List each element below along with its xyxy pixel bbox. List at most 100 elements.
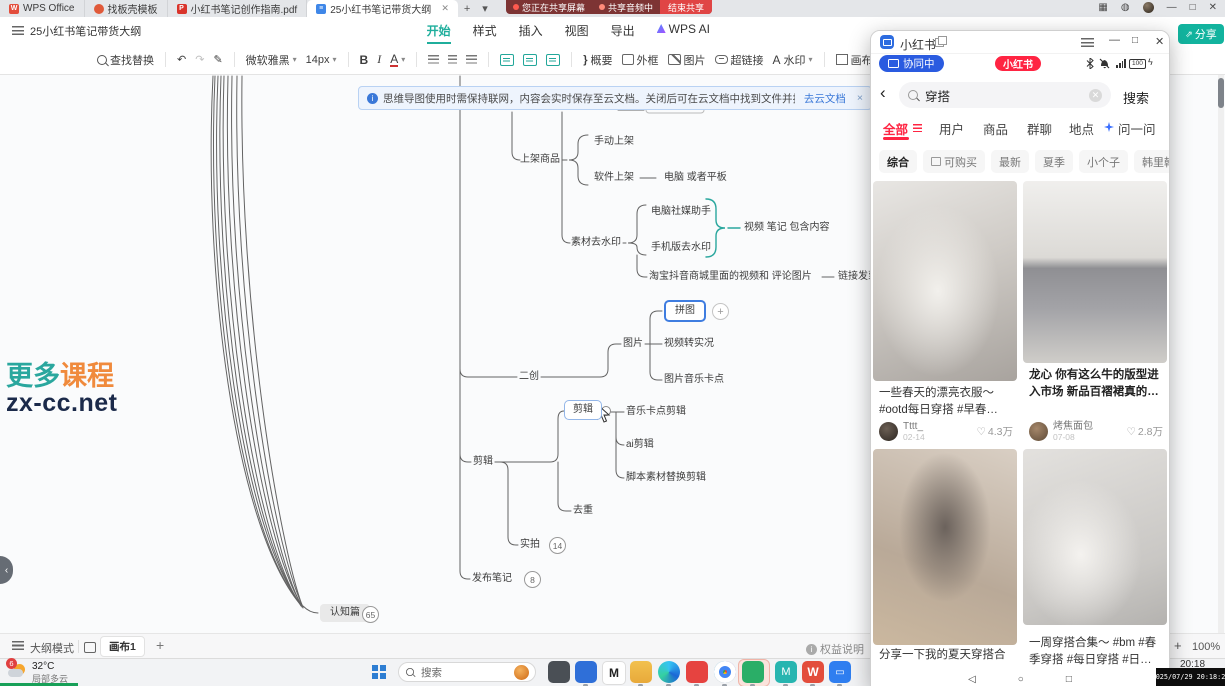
minimize-button[interactable]: — [1167,2,1177,13]
note-title[interactable]: 一周穿搭合集～ #bm #春季穿搭 #每日穿搭 #日… [1029,635,1163,668]
taskbar-icon-media-app[interactable]: M [602,661,626,685]
tab-pdf-guide[interactable]: P 小红书笔记创作指南.pdf [168,0,308,17]
back-chevron-icon[interactable]: ‹ [880,83,886,103]
filter-icon[interactable] [913,124,922,132]
font-color-button[interactable]: A▾ [390,53,405,67]
main-menu-icon[interactable] [12,26,24,35]
tab-groups[interactable]: 群聊 [1027,119,1052,138]
taskbar-icon-remote-app[interactable] [575,661,597,683]
close-button[interactable]: ✕ [1209,2,1217,13]
vertical-scrollbar[interactable] [1218,75,1224,633]
note-image[interactable] [1023,181,1167,363]
phone-maximize-button[interactable]: □ [1132,35,1138,46]
note-user-row[interactable]: 烤焦面包07-08 ♡2.8万 [1029,421,1163,442]
image-button[interactable]: 图片 [668,52,706,68]
phone-menu-icon[interactable] [1081,38,1094,47]
search-button[interactable]: 搜索 [1123,88,1149,107]
nav-back-button[interactable]: ◁ [968,674,976,685]
taskbar-icon-screen-share[interactable]: ▭ [829,661,851,683]
insert-child-node-icon[interactable] [523,54,537,66]
like-count[interactable]: ♡4.3万 [976,424,1013,439]
go-cloud-docs-link[interactable]: 去云文档 [804,91,846,106]
tab-places[interactable]: 地点 [1069,119,1094,138]
mindmap-node[interactable]: 音乐卡点剪辑 [626,405,686,419]
font-size-select[interactable]: 14px▾ [306,54,337,66]
mindmap-node[interactable]: 视频转实况 [664,337,714,351]
multi-window-icon[interactable] [935,38,944,47]
mindmap-node[interactable]: ai剪辑 [626,438,654,452]
insert-parent-node-icon[interactable] [546,54,560,66]
align-left-icon[interactable] [428,55,439,64]
mindmap-node[interactable]: 素材去水印 [571,236,621,250]
close-tab-icon[interactable]: ✕ [441,3,449,14]
redo-button[interactable]: ↷ [195,53,204,66]
mindmap-node[interactable]: 图片音乐卡点 [664,373,724,387]
avatar[interactable] [879,422,898,441]
rights-info[interactable]: i权益说明 [806,641,864,657]
taskbar-icon-wps[interactable]: W [802,661,824,683]
tab-mindmap-active[interactable]: ≡ 25小红书笔记带货大纲 ✕ [307,0,458,17]
mindmap-node[interactable]: 电脑社媒助手 [651,205,711,219]
mindmap-node[interactable]: 发布笔记 [472,572,512,586]
taskbar-icon-teal-app[interactable]: M [775,661,797,683]
note-user-row[interactable]: Tttt_02-14 ♡4.3万 [879,421,1013,442]
tab-users[interactable]: 用户 [939,119,964,138]
watermark-button[interactable]: A水印▾ [773,52,813,68]
chip-summer[interactable]: 夏季 [1035,150,1073,173]
note-image[interactable] [1023,449,1167,625]
mindmap-node[interactable]: 电脑 或者平板 [664,171,727,185]
extensions-icon[interactable]: ▦ [1098,2,1107,13]
align-center-icon[interactable] [448,55,457,64]
mindmap-node[interactable]: 图片 [623,337,643,351]
mindmap-node[interactable]: 淘宝抖音商城里面的视频和 评论图片 [649,270,812,284]
menu-insert[interactable]: 插入 [519,22,543,44]
avatar[interactable] [1029,422,1048,441]
canvas-list-icon[interactable] [84,642,96,653]
nav-recents-button[interactable]: □ [1066,674,1072,685]
chip-korean-style[interactable]: 韩里韩气 [1134,150,1170,173]
chip-latest[interactable]: 最新 [991,150,1029,173]
weather-widget[interactable]: 6 [8,662,30,680]
tab-list-dropdown-icon[interactable]: ▾ [476,0,494,17]
italic-button[interactable]: I [377,52,381,67]
tab-ask[interactable]: 问一问 [1118,119,1156,138]
align-right-icon[interactable] [466,55,477,64]
maximize-button[interactable]: □ [1190,2,1196,13]
taskbar-icon-notes-app[interactable] [548,661,570,683]
mindmap-node[interactable]: 实拍 [520,538,540,552]
zoom-level[interactable]: 100% [1192,641,1220,653]
taskbar-icon-red-app[interactable] [686,661,708,683]
menu-style[interactable]: 样式 [473,22,497,44]
ta skbar-icon-chrome[interactable] [714,661,736,683]
format-painter-icon[interactable]: ✎ [213,53,222,66]
stop-sharing-button[interactable]: 结束共享 [660,0,712,14]
mindmap-node[interactable]: 手动上架 [594,135,634,149]
add-child-node-button[interactable]: + [712,303,729,320]
mindmap-node[interactable]: 上架商品 [520,153,560,167]
phone-close-button[interactable]: ✕ [1155,35,1164,48]
start-button[interactable] [372,665,386,679]
menu-view[interactable]: 视图 [565,22,589,44]
mindmap-node[interactable]: 二创 [519,370,539,384]
frame-button[interactable]: 外框 [622,52,659,68]
mindmap-node[interactable]: 手机版去水印 [651,241,711,255]
menu-wps-ai[interactable]: WPS AI [657,22,710,44]
undo-button[interactable]: ↶ [177,53,186,66]
clear-search-icon[interactable]: ✕ [1089,89,1102,102]
mindmap-node[interactable]: 脚本素材替换剪辑 [626,471,706,485]
taskbar-icon-file-explorer[interactable] [630,661,652,683]
tab-all[interactable]: 全部 [883,119,908,138]
zoom-in-button[interactable]: + [1174,638,1182,653]
phone-minimize-button[interactable]: — [1109,34,1120,46]
outline-button[interactable]: }概要 [583,52,612,68]
outline-mode-label[interactable]: 大纲模式 [30,640,74,656]
mindmap-node[interactable]: 软件上架 [594,171,634,185]
chip-purchasable[interactable]: 可购买 [923,150,985,173]
share-button[interactable]: ⇗分享 [1178,24,1224,44]
taskbar-icon-edge[interactable] [658,661,680,683]
new-tab-button[interactable]: + [458,0,476,17]
close-notice-icon[interactable]: × [857,92,863,104]
insert-sibling-node-icon[interactable] [500,54,514,66]
find-replace-button[interactable]: 查找替换 [97,52,154,68]
note-title[interactable]: 一些春天的漂亮衣服～#ootd每日穿搭 #早春… [879,385,1013,418]
